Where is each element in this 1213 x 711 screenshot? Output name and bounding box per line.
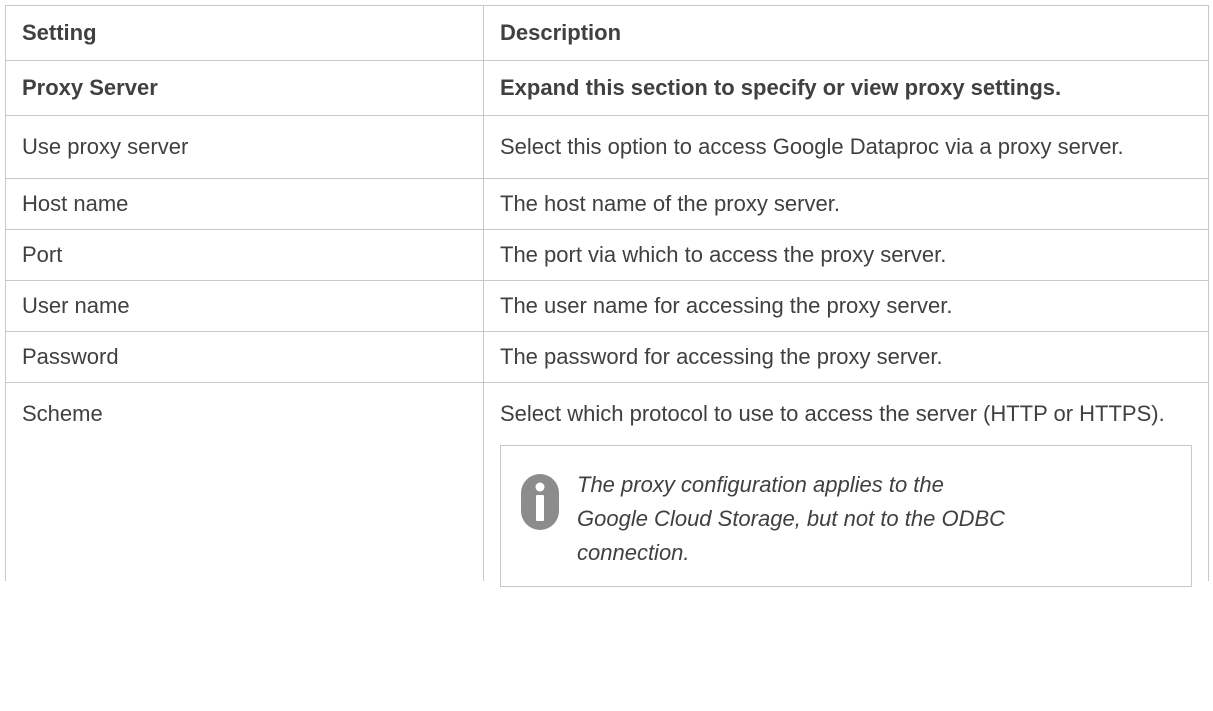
table-row: User name The user name for accessing th… <box>5 280 1209 332</box>
row-setting: Scheme <box>5 382 484 581</box>
table-row: Port The port via which to access the pr… <box>5 229 1209 281</box>
table-row: Password The password for accessing the … <box>5 331 1209 383</box>
table-header-row: Setting Description <box>5 5 1209 61</box>
row-setting: Use proxy server <box>5 115 484 179</box>
note-box: The proxy configuration applies to the G… <box>500 445 1192 587</box>
row-setting: User name <box>5 280 484 332</box>
section-description: Expand this section to specify or view p… <box>483 60 1209 116</box>
row-setting: Port <box>5 229 484 281</box>
row-description: Select which protocol to use to access t… <box>483 382 1209 587</box>
note-text: The proxy configuration applies to the G… <box>577 472 1006 565</box>
row-description-text: Select which protocol to use to access t… <box>500 401 1165 426</box>
header-setting: Setting <box>5 5 484 61</box>
row-description: The host name of the proxy server. <box>483 178 1209 230</box>
info-icon <box>521 474 559 530</box>
row-description: The port via which to access the proxy s… <box>483 229 1209 281</box>
row-description: Select this option to access Google Data… <box>483 115 1209 179</box>
section-setting: Proxy Server <box>5 60 484 116</box>
row-description: The password for accessing the proxy ser… <box>483 331 1209 383</box>
row-setting: Password <box>5 331 484 383</box>
header-description: Description <box>483 5 1209 61</box>
settings-table: Setting Description Proxy Server Expand … <box>5 5 1209 587</box>
row-description: The user name for accessing the proxy se… <box>483 280 1209 332</box>
table-row: Host name The host name of the proxy ser… <box>5 178 1209 230</box>
section-row-proxy-server: Proxy Server Expand this section to spec… <box>5 60 1209 116</box>
row-setting: Host name <box>5 178 484 230</box>
table-row: Scheme Select which protocol to use to a… <box>5 382 1209 587</box>
table-row: Use proxy server Select this option to a… <box>5 115 1209 179</box>
